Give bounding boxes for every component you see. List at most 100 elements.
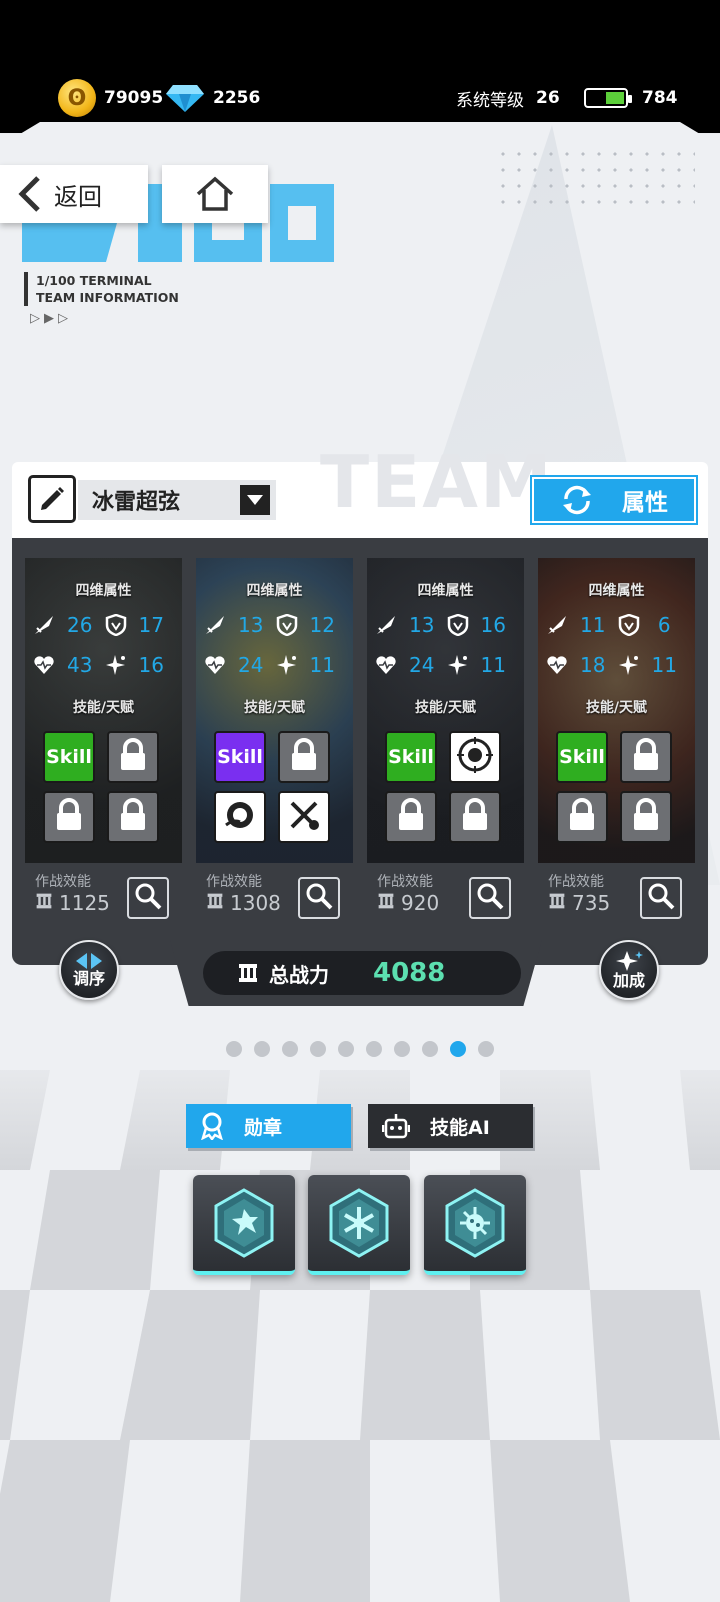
coin-icon: ʘ	[58, 79, 96, 117]
bonus-button[interactable]: 加成	[599, 940, 659, 1000]
reorder-arrows-icon	[76, 953, 102, 969]
page-dot[interactable]	[254, 1041, 270, 1057]
inspect-button[interactable]	[469, 877, 511, 919]
page-dot[interactable]	[478, 1041, 494, 1057]
total-power-label: 总战力	[269, 962, 329, 987]
talent-icon	[455, 735, 495, 780]
stat-row-hp-speed: 24 11	[375, 650, 518, 680]
locked-talent-slot[interactable]	[278, 731, 330, 783]
back-button[interactable]: 返回	[0, 165, 148, 223]
skills-label: 技能/天赋	[72, 700, 135, 716]
power-icon	[377, 891, 395, 915]
defense-icon	[105, 614, 127, 636]
talent-icon	[284, 795, 324, 840]
combat-efficiency: 作战效能 735	[548, 871, 610, 915]
speed-value: 16	[138, 653, 164, 677]
attack-value: 13	[238, 613, 264, 637]
medal-slot-2[interactable]	[308, 1175, 410, 1275]
lock-icon	[629, 737, 663, 778]
page-dot[interactable]	[422, 1041, 438, 1057]
combat-efficiency-value-row: 735	[548, 891, 610, 915]
robot-icon	[382, 1114, 410, 1139]
combat-efficiency-value: 1125	[59, 891, 110, 915]
lock-icon	[287, 737, 321, 778]
talent-slot[interactable]	[214, 791, 266, 843]
power-icon	[35, 891, 53, 915]
attributes-button[interactable]: 属性	[532, 477, 696, 523]
system-level-value: 26	[536, 88, 560, 108]
combat-efficiency: 作战效能 920	[377, 871, 439, 915]
total-power-value: 4088	[373, 958, 446, 988]
health-icon	[546, 654, 568, 676]
inspect-button[interactable]	[127, 877, 169, 919]
gem-counter: 2256	[165, 80, 260, 116]
locked-talent-slot[interactable]	[620, 731, 672, 783]
defense-value: 12	[309, 613, 335, 637]
locked-talent-slot[interactable]	[385, 791, 437, 843]
back-label: 返回	[54, 182, 102, 211]
character-card[interactable]: 四维属性 26 17 43 16 技能/天赋 Skill	[25, 558, 182, 863]
dropdown-icon	[240, 485, 270, 515]
team-select[interactable]: 冰雷超弦	[78, 480, 276, 520]
attack-icon	[33, 614, 55, 636]
medal-slot-3[interactable]	[424, 1175, 526, 1275]
skill-slot[interactable]: Skill	[43, 731, 95, 783]
talent-slot[interactable]	[278, 791, 330, 843]
locked-talent-slot[interactable]	[107, 731, 159, 783]
lock-icon	[565, 797, 599, 838]
combat-efficiency-label: 作战效能	[377, 874, 433, 890]
bonus-label: 加成	[612, 971, 645, 990]
skill-slot[interactable]: Skill	[214, 731, 266, 783]
combat-efficiency-label: 作战效能	[548, 874, 604, 890]
lock-icon	[394, 797, 428, 838]
page-dot[interactable]	[310, 1041, 326, 1057]
battery-icon	[584, 88, 632, 108]
power-icon	[548, 891, 566, 915]
inspect-button[interactable]	[640, 877, 682, 919]
locked-talent-slot[interactable]	[107, 791, 159, 843]
talent-slot[interactable]	[449, 731, 501, 783]
attrs-label: 四维属性	[588, 583, 645, 599]
defense-icon	[276, 614, 298, 636]
skill-slot[interactable]: Skill	[556, 731, 608, 783]
skill-ai-tab[interactable]: 技能AI	[368, 1104, 533, 1148]
lock-icon	[52, 797, 86, 838]
speed-value: 11	[480, 653, 506, 677]
terminal-line-2: TEAM INFORMATION	[36, 290, 179, 305]
skills-label: 技能/天赋	[414, 700, 477, 716]
attack-icon	[546, 614, 568, 636]
stat-row-hp-speed: 24 11	[204, 650, 347, 680]
reorder-button[interactable]: 调序	[59, 940, 119, 1000]
skill-slot[interactable]: Skill	[385, 731, 437, 783]
page-dot[interactable]	[282, 1041, 298, 1057]
team-name: 冰雷超弦	[92, 490, 181, 515]
home-button[interactable]	[162, 165, 268, 223]
page-dot[interactable]	[338, 1041, 354, 1057]
locked-talent-slot[interactable]	[556, 791, 608, 843]
character-card[interactable]: 四维属性 13 12 24 11 技能/天赋 Skill	[196, 558, 353, 863]
hp-value: 43	[67, 653, 93, 677]
combat-efficiency-value: 735	[572, 891, 611, 915]
hp-value: 18	[580, 653, 606, 677]
character-card[interactable]: 四维属性 11 6 18 11 技能/天赋 Skill	[538, 558, 695, 863]
character-card[interactable]: 四维属性 13 16 24 11 技能/天赋 Skill	[367, 558, 524, 863]
locked-talent-slot[interactable]	[449, 791, 501, 843]
combat-efficiency-label: 作战效能	[35, 874, 91, 890]
lock-icon	[629, 797, 663, 838]
attack-value: 26	[67, 613, 93, 637]
locked-talent-slot[interactable]	[43, 791, 95, 843]
combat-efficiency-value-row: 920	[377, 891, 439, 915]
gem-value: 2256	[213, 88, 261, 108]
inspect-button[interactable]	[298, 877, 340, 919]
rename-team-button[interactable]	[28, 475, 76, 523]
medal-icon	[201, 1112, 223, 1140]
power-icon	[206, 891, 224, 915]
page-dot[interactable]	[394, 1041, 410, 1057]
page-dot[interactable]	[450, 1041, 466, 1057]
page-dot[interactable]	[226, 1041, 242, 1057]
locked-talent-slot[interactable]	[620, 791, 672, 843]
medal-slot-1[interactable]	[193, 1175, 295, 1275]
page-dot[interactable]	[366, 1041, 382, 1057]
attributes-label: 属性	[622, 490, 668, 516]
medal-tab[interactable]: 勋章	[186, 1104, 351, 1148]
